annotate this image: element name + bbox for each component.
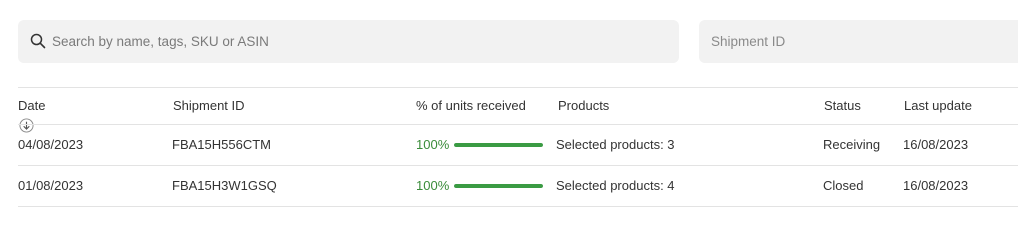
row-shipment-id[interactable]: FBA15H3W1GSQ [172, 178, 277, 194]
progress-bar-track [454, 142, 543, 147]
arrow-down-circle-icon[interactable] [19, 118, 34, 133]
progress-bar-track [454, 183, 543, 188]
column-header-date[interactable]: Date [18, 98, 45, 114]
units-received-progress: 100% [416, 137, 543, 152]
row-divider [18, 206, 1018, 207]
row-last-update: 16/08/2023 [903, 178, 969, 193]
shipment-id-input[interactable] [711, 20, 1001, 63]
row-date: 04/08/2023 [18, 137, 84, 152]
search-icon [30, 33, 46, 49]
column-header-status[interactable]: Status [824, 98, 861, 114]
column-header-products[interactable]: Products [558, 98, 609, 114]
row-divider [18, 165, 1018, 166]
header-divider [18, 124, 1018, 125]
units-received-percent: 100% [416, 137, 450, 152]
column-header-units-received[interactable]: % of units received [416, 98, 526, 114]
column-header-last-update[interactable]: Last update [904, 98, 972, 114]
row-shipment-id[interactable]: FBA15H556CTM [172, 137, 271, 153]
row-products[interactable]: Selected products: 3 [556, 137, 675, 153]
table-top-divider [18, 87, 1018, 88]
column-header-shipment-id[interactable]: Shipment ID [173, 98, 245, 114]
row-status: Receiving [823, 137, 881, 152]
progress-bar-fill [454, 142, 543, 147]
units-received-percent: 100% [416, 178, 450, 193]
row-last-update: 16/08/2023 [903, 137, 969, 152]
row-status: Closed [823, 178, 864, 193]
row-date: 01/08/2023 [18, 178, 84, 193]
shipment-id-filter[interactable] [699, 20, 1018, 63]
units-received-progress: 100% [416, 178, 543, 193]
progress-bar-fill [454, 183, 543, 188]
row-products[interactable]: Selected products: 4 [556, 178, 675, 194]
search-box[interactable] [18, 20, 679, 63]
search-input[interactable] [52, 20, 662, 63]
